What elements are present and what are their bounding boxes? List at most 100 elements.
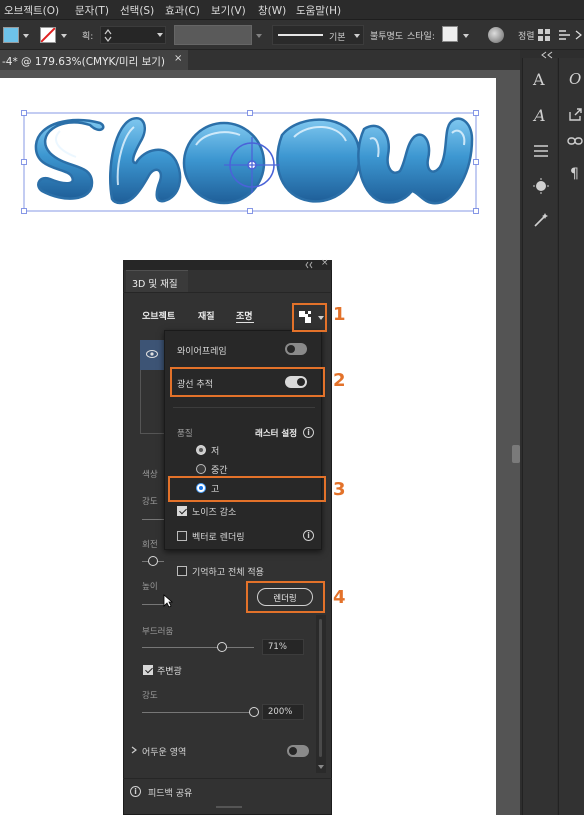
- chevron-down-icon[interactable]: [23, 34, 29, 38]
- quality-low-label: 저: [211, 447, 220, 457]
- panel-title: 3D 및 재질: [132, 279, 178, 290]
- menu-type[interactable]: 문자(T): [75, 3, 109, 18]
- rotation-label: 회전: [142, 540, 158, 550]
- align-label[interactable]: 정렬: [518, 29, 535, 42]
- intensity-slider-track[interactable]: [142, 519, 164, 520]
- canvas-scroll-thumb[interactable]: [512, 445, 520, 463]
- appearance-icon[interactable]: [533, 178, 549, 194]
- more-icon[interactable]: [575, 30, 583, 40]
- close-icon[interactable]: ×: [174, 53, 182, 64]
- height-slider-track[interactable]: [142, 604, 164, 605]
- panel-header-bar: ×: [123, 258, 332, 270]
- fill-swatch[interactable]: [3, 27, 19, 43]
- panel-scrollbar-thumb[interactable]: [319, 619, 322, 757]
- style-label: 스타일:: [407, 32, 435, 42]
- menu-window[interactable]: 창(W): [258, 3, 286, 18]
- magic-wand-icon[interactable]: [533, 212, 549, 228]
- paragraph-icon[interactable]: ¶: [570, 166, 579, 182]
- quality-medium-label: 중간: [211, 466, 228, 476]
- collapse-panel-icon[interactable]: [303, 261, 323, 269]
- menu-view[interactable]: 보기(V): [211, 3, 246, 18]
- export-icon[interactable]: [568, 108, 582, 122]
- tab-object[interactable]: 오브젝트: [142, 309, 175, 322]
- menu-bar: 오브젝트(O) 문자(T) 선택(S) 효과(C) 보기(V) 창(W) 도움말…: [0, 0, 584, 20]
- stroke-line-icon: [278, 34, 323, 36]
- height-label: 높이: [142, 582, 158, 592]
- ambient-intensity-label: 강도: [142, 691, 158, 701]
- ambient-intensity-value-field[interactable]: 200%: [262, 704, 304, 720]
- intensity-label: 강도: [142, 497, 158, 507]
- ambient-checkbox[interactable]: [143, 665, 153, 675]
- opacity-label[interactable]: 불투명도: [370, 29, 403, 42]
- artwork-3d-text[interactable]: [20, 105, 480, 217]
- noise-reduction-checkbox[interactable]: [177, 506, 187, 516]
- menu-select[interactable]: 선택(S): [120, 3, 154, 18]
- no-stroke-icon: [41, 28, 55, 42]
- control-bar: 획: 기본 불투명도 스타일: 정렬: [0, 20, 584, 50]
- graphic-style-swatch[interactable]: [442, 26, 458, 42]
- feedback-label[interactable]: 피드백 공유: [148, 786, 192, 799]
- chevron-down-icon[interactable]: [318, 765, 324, 769]
- info-icon[interactable]: i: [303, 427, 314, 438]
- transform-icon[interactable]: [558, 29, 572, 41]
- softness-label: 부드러움: [142, 627, 174, 637]
- vector-render-label: 벡터로 렌더링: [192, 533, 245, 543]
- raster-settings-link[interactable]: 래스터 설정: [255, 427, 297, 439]
- glyphs-panel-icon[interactable]: A: [534, 106, 546, 125]
- chevron-down-icon[interactable]: [61, 34, 67, 38]
- document-tab[interactable]: -4* @ 179.63%(CMYK/미리 보기) ×: [0, 50, 188, 70]
- panel-tab[interactable]: 3D 및 재질: [126, 270, 188, 292]
- wireframe-label: 와이어프레임: [177, 347, 227, 357]
- vector-render-checkbox[interactable]: [177, 531, 187, 541]
- render-settings-popup: 와이어프레임 광선 추적 품질 래스터 설정 i 저 중간 고 노이즈 감소 벡…: [164, 330, 322, 550]
- brush-definition[interactable]: 기본: [272, 25, 364, 45]
- remember-label: 기억하고 전체 적용: [192, 568, 264, 578]
- rotation-slider-knob[interactable]: [148, 556, 158, 566]
- resize-grip[interactable]: [216, 806, 242, 808]
- opentype-icon[interactable]: O: [569, 70, 581, 88]
- chevron-down-icon[interactable]: [256, 34, 262, 38]
- light-list-item[interactable]: [140, 340, 164, 370]
- paragraph-styles-icon[interactable]: [533, 144, 549, 158]
- stroke-swatch[interactable]: [40, 27, 56, 43]
- chevron-down-icon[interactable]: [157, 33, 163, 37]
- dark-area-toggle[interactable]: [287, 745, 309, 757]
- menu-help[interactable]: 도움말(H): [296, 3, 341, 18]
- wireframe-toggle[interactable]: [285, 343, 307, 355]
- document-tab-title: -4* @ 179.63%(CMYK/미리 보기): [2, 56, 166, 68]
- ambient-intensity-slider-knob[interactable]: [249, 707, 259, 717]
- chevron-down-icon[interactable]: [463, 34, 469, 38]
- softness-slider-track[interactable]: [142, 647, 254, 648]
- ambient-label: 주변광: [157, 667, 182, 677]
- panel-footer-divider: [123, 778, 332, 779]
- softness-value-field[interactable]: 71%: [262, 639, 304, 655]
- info-icon[interactable]: i: [130, 786, 141, 797]
- light-list-frame: [140, 370, 164, 434]
- links-icon[interactable]: [567, 136, 583, 146]
- panel-divider: [123, 292, 332, 293]
- collapse-dock-icon[interactable]: [538, 50, 558, 60]
- tab-material[interactable]: 재질: [198, 309, 215, 322]
- callout-3: 3: [333, 479, 346, 500]
- quality-low-radio[interactable]: [196, 445, 206, 455]
- panel-scrollbar[interactable]: [316, 615, 326, 773]
- menu-object[interactable]: 오브젝트(O): [4, 3, 59, 18]
- remember-checkbox[interactable]: [177, 566, 187, 576]
- align-icon[interactable]: [538, 29, 550, 41]
- info-icon[interactable]: i: [303, 530, 314, 541]
- character-panel-icon[interactable]: A: [533, 70, 545, 89]
- tab-lighting[interactable]: 조명: [236, 309, 253, 322]
- close-icon[interactable]: ×: [321, 258, 329, 268]
- mouse-cursor-icon: [163, 594, 173, 608]
- softness-slider-knob[interactable]: [216, 642, 227, 652]
- eye-icon[interactable]: [146, 350, 158, 358]
- active-tab-underline: [236, 322, 254, 323]
- stroke-weight-field[interactable]: [100, 26, 166, 44]
- chevron-right-icon[interactable]: [130, 746, 138, 754]
- variable-width-profile[interactable]: [174, 25, 252, 45]
- menu-effect[interactable]: 효과(C): [165, 3, 200, 18]
- quality-medium-radio[interactable]: [196, 464, 206, 474]
- recolor-artwork-icon[interactable]: [488, 27, 504, 43]
- stepper-icon[interactable]: [103, 28, 113, 42]
- ambient-intensity-slider-track[interactable]: [142, 712, 254, 713]
